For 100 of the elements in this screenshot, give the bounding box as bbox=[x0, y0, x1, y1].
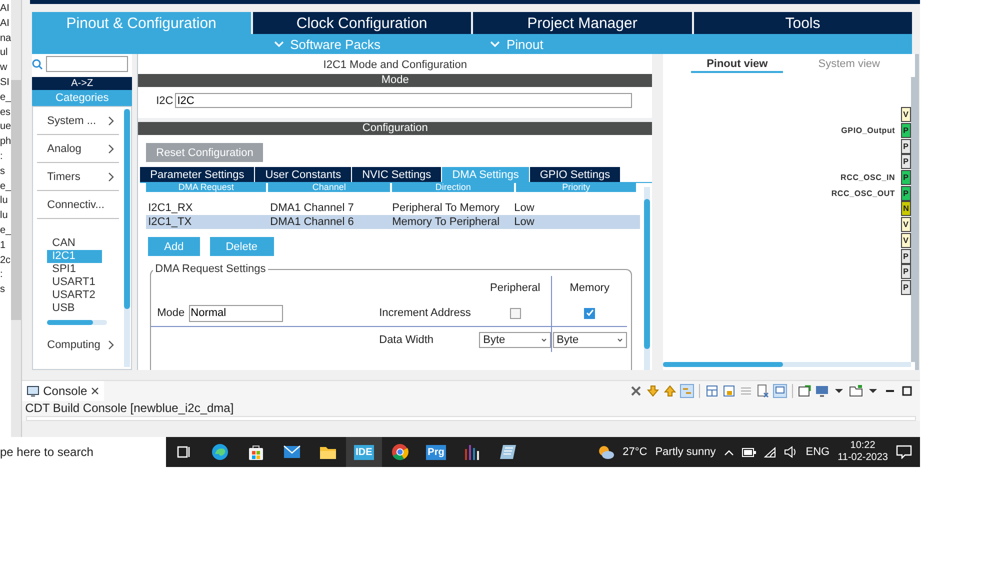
tab-label[interactable]: Console bbox=[43, 384, 88, 398]
close-icon[interactable] bbox=[91, 387, 100, 395]
settings-tab[interactable]: NVIC Settings bbox=[352, 167, 442, 182]
chip-pin[interactable]: P bbox=[901, 154, 912, 170]
task-view-icon[interactable] bbox=[177, 445, 191, 459]
envelope-icon[interactable] bbox=[283, 445, 301, 459]
clock[interactable]: 10:22 11-02-2023 bbox=[838, 440, 888, 464]
peripheral-item[interactable]: USB bbox=[47, 302, 102, 315]
view-tab[interactable]: Pinout view bbox=[691, 57, 784, 73]
weather-text[interactable]: Partly sunny bbox=[655, 446, 716, 458]
speaker-icon[interactable] bbox=[784, 446, 798, 458]
scrollbar[interactable] bbox=[663, 362, 912, 367]
table-cell-text: I2C1_TX bbox=[147, 215, 193, 229]
chip-pin[interactable]: P bbox=[901, 170, 912, 186]
sort-button[interactable]: A->Z bbox=[32, 77, 132, 90]
folder-icon[interactable] bbox=[319, 444, 337, 460]
bar-chart-icon[interactable] bbox=[463, 443, 481, 461]
down-arrow-icon[interactable] bbox=[646, 384, 660, 398]
table-row[interactable]: I2C1_TX DMA1 Channel 6 Memory To Peripheral Low bbox=[146, 215, 640, 229]
chip-pin[interactable]: V bbox=[901, 217, 912, 232]
folder-icon[interactable] bbox=[849, 384, 863, 398]
chip-pin[interactable]: P bbox=[901, 280, 912, 295]
new-window-icon[interactable] bbox=[798, 384, 812, 398]
temperature[interactable]: 27°C bbox=[622, 446, 648, 458]
sun-cloud-icon[interactable] bbox=[596, 444, 615, 460]
field-label: Mode bbox=[157, 307, 185, 319]
peripheral-item[interactable]: CAN bbox=[47, 237, 102, 250]
file-name-fragment: es bbox=[0, 106, 11, 120]
file-name-fragment: 1 bbox=[0, 238, 6, 253]
document-icon[interactable] bbox=[756, 384, 770, 398]
field-label: Increment Address bbox=[379, 307, 471, 319]
clear-icon[interactable] bbox=[629, 384, 643, 398]
battery-icon[interactable] bbox=[742, 448, 756, 456]
up-arrow-icon[interactable] bbox=[663, 384, 677, 398]
chip-pin[interactable]: V bbox=[901, 232, 912, 248]
file-name-fragment: s bbox=[0, 283, 5, 298]
peripheral-item[interactable]: SPI1 bbox=[47, 263, 102, 276]
field-label: I2C bbox=[156, 94, 174, 106]
category-item[interactable]: Computing bbox=[37, 331, 120, 359]
comment-icon[interactable] bbox=[773, 384, 787, 398]
chip-pin[interactable]: N bbox=[901, 201, 912, 216]
table-cell-text: Low bbox=[513, 201, 536, 215]
table-cell-text: DMA1 Channel 6 bbox=[269, 215, 355, 229]
view-tab[interactable]: System view bbox=[803, 57, 896, 73]
browser-icon[interactable] bbox=[211, 443, 229, 461]
maximize-icon[interactable] bbox=[900, 384, 914, 398]
shopping-bag-icon[interactable] bbox=[247, 443, 265, 461]
checkbox[interactable] bbox=[510, 308, 521, 318]
table-cell-text: Memory To Peripheral bbox=[391, 215, 501, 229]
peripheral-item[interactable]: USART1 bbox=[47, 276, 102, 289]
scrollbar[interactable] bbox=[644, 187, 650, 370]
category-item[interactable]: Timers bbox=[37, 163, 120, 191]
checkbox[interactable] bbox=[584, 308, 596, 318]
chip-pin[interactable]: V bbox=[901, 107, 912, 122]
scrollbar[interactable] bbox=[11, 0, 22, 437]
category-item[interactable]: Analog bbox=[37, 135, 120, 163]
scrollbar[interactable] bbox=[47, 320, 108, 325]
settings-tab[interactable]: GPIO Settings bbox=[530, 167, 620, 182]
chevron-up-icon[interactable] bbox=[724, 448, 734, 456]
search-icon bbox=[32, 58, 44, 70]
scrollbar[interactable] bbox=[124, 109, 130, 367]
programmer-app-icon[interactable]: Prg bbox=[426, 444, 446, 460]
chevron-right-icon bbox=[108, 340, 116, 350]
file-name-fragment: e_ bbox=[0, 90, 12, 105]
peripheral-item[interactable]: USART2 bbox=[47, 289, 102, 302]
chip-pin[interactable]: P bbox=[901, 264, 912, 280]
main-tab[interactable]: Clock Configuration bbox=[252, 12, 472, 34]
grid-icon[interactable] bbox=[705, 384, 719, 398]
main-tab[interactable]: Tools bbox=[694, 12, 912, 34]
settings-tab[interactable]: Parameter Settings bbox=[140, 167, 254, 182]
dropdown[interactable]: Byte bbox=[479, 332, 552, 348]
mode-field[interactable]: I2C bbox=[175, 93, 632, 108]
chevron-down-icon bbox=[490, 40, 500, 48]
notepad-icon[interactable] bbox=[499, 444, 517, 460]
category-item[interactable]: System ... bbox=[37, 107, 120, 135]
dropdown[interactable]: Byte bbox=[552, 332, 627, 348]
language-indicator[interactable]: ENG bbox=[806, 446, 830, 458]
file-name-fragment: s bbox=[0, 164, 5, 179]
notification-icon[interactable] bbox=[896, 445, 912, 459]
mode-field[interactable]: Normal bbox=[188, 304, 283, 322]
monitor-icon[interactable] bbox=[815, 384, 829, 398]
chip-pin[interactable]: P bbox=[901, 123, 912, 138]
main-tab[interactable]: Project Manager bbox=[473, 12, 692, 34]
pin-label: RCC_OSC_IN bbox=[840, 173, 896, 182]
chevron-right-icon bbox=[108, 144, 116, 154]
chip-pin[interactable]: P bbox=[901, 138, 912, 154]
console-tab[interactable]: Console bbox=[22, 381, 104, 401]
search-field[interactable] bbox=[46, 56, 128, 72]
column-header: Priority bbox=[516, 183, 636, 192]
column-header: Channel bbox=[268, 183, 390, 192]
table-row[interactable]: I2C1_RX DMA1 Channel 7 Peripheral To Memory Low bbox=[146, 201, 640, 215]
browser-icon[interactable] bbox=[391, 443, 409, 461]
scrollbar[interactable] bbox=[911, 77, 916, 362]
chip-pin[interactable]: P bbox=[901, 186, 912, 201]
file-name-fragment: 2c bbox=[0, 254, 11, 268]
chip-pin[interactable]: P bbox=[901, 248, 912, 264]
settings-tab[interactable]: User Constants bbox=[255, 167, 352, 182]
lock-icon[interactable] bbox=[722, 384, 736, 398]
category-item[interactable]: Connectiv... bbox=[37, 191, 120, 219]
chevron-right-icon bbox=[108, 172, 116, 182]
